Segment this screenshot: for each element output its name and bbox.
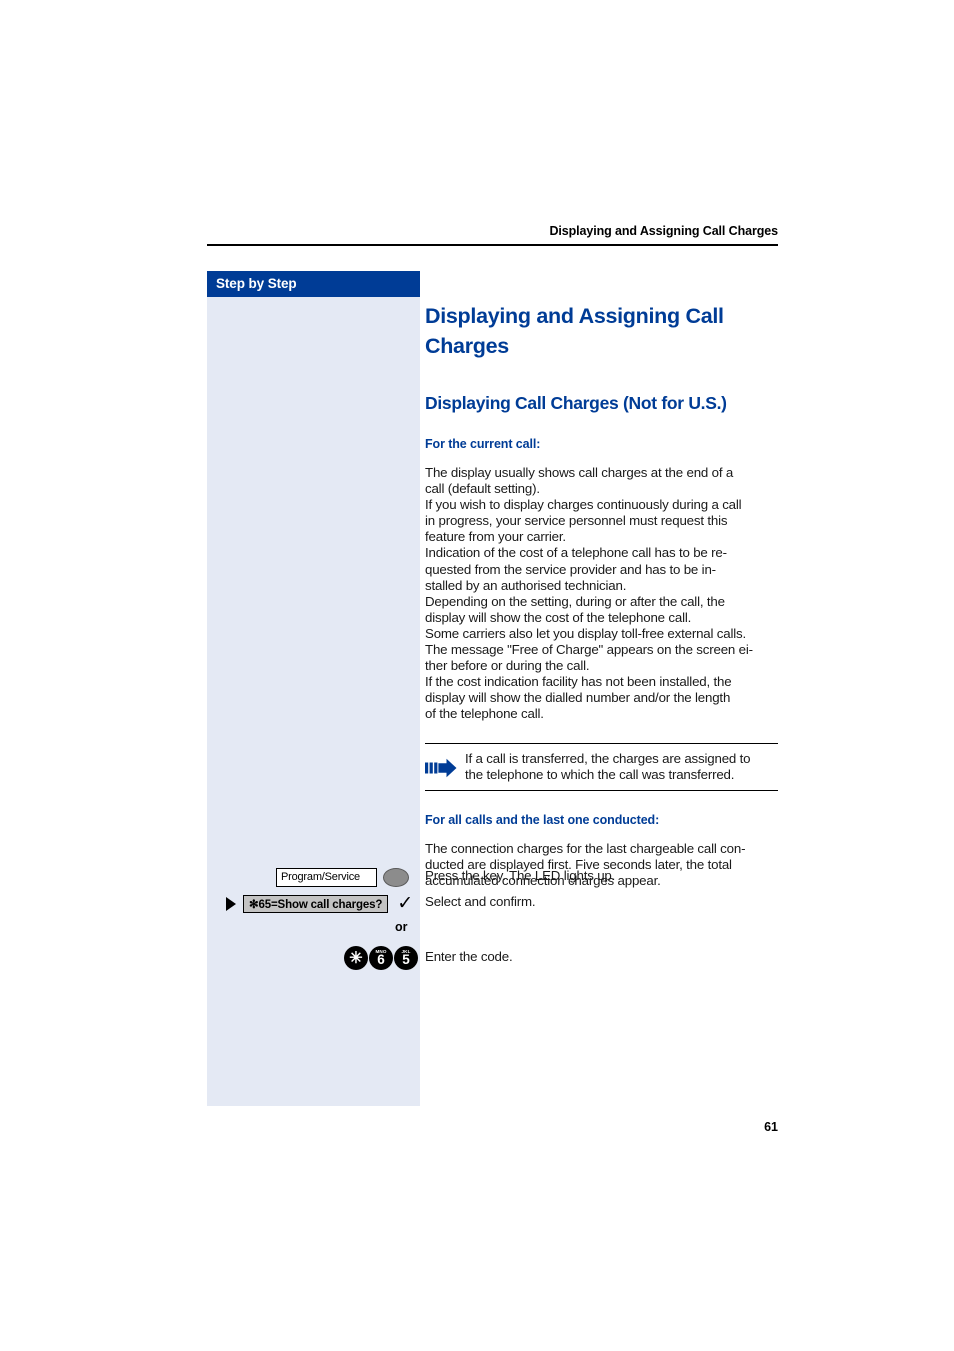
- sidebar-title-bar: Step by Step: [207, 271, 420, 297]
- note-block: If a call is transferred, the charges ar…: [425, 742, 778, 791]
- subsection-heading-all-calls: For all calls and the last one conducted…: [425, 812, 660, 827]
- text-line: in progress, your service personnel must…: [425, 513, 728, 529]
- text-line: feature from your carrier.: [425, 529, 566, 545]
- sidebar-title: Step by Step: [216, 276, 297, 291]
- text-line: ther before or during the call.: [425, 658, 590, 674]
- alternative-separator-or: or: [395, 920, 408, 934]
- section-subtitle: Displaying Call Charges (Not for U.S.): [425, 393, 727, 413]
- text-line: Depending on the setting, during or afte…: [425, 593, 725, 609]
- select-arrow-icon: [226, 897, 236, 911]
- text-line: If the cost indication facility has not …: [425, 674, 732, 690]
- keypad-key-star[interactable]: ✳: [344, 946, 368, 970]
- subsection-heading-current-call: For the current call:: [425, 437, 541, 451]
- text-line: The display usually shows call charges a…: [425, 465, 734, 480]
- keypad-code-row[interactable]: ✳ MNO 6 JKL 5: [344, 946, 419, 970]
- program-service-key-label: Program/Service: [276, 868, 377, 887]
- key-led-indicator-icon: [382, 868, 409, 887]
- keypad-key-star-digit: ✳: [349, 950, 363, 967]
- text-line: If you wish to display charges continuou…: [425, 497, 742, 513]
- text-line: of the telephone call.: [425, 706, 544, 722]
- keypad-key-6[interactable]: MNO 6: [369, 946, 393, 970]
- text-line: display will show the cost of the teleph…: [425, 609, 692, 625]
- document-page: Displaying and Assigning Call Charges St…: [0, 0, 954, 1351]
- confirm-checkmark-icon[interactable]: ✓: [397, 894, 413, 913]
- page-title: Displaying and Assigning Call Charges: [425, 304, 724, 358]
- display-option-label[interactable]: ✻65=Show call charges?: [243, 895, 389, 913]
- text-line: If a call is transferred, the charges ar…: [465, 750, 751, 766]
- text-line: stalled by an authorised technician.: [425, 577, 627, 593]
- text-line: call (default setting).: [425, 481, 540, 497]
- body-paragraph-current-call: The display usually shows call charges a…: [425, 465, 778, 723]
- header-rule: [207, 244, 778, 246]
- text-line: the telephone to which the call was tran…: [465, 766, 735, 782]
- display-option-row[interactable]: ✻65=Show call charges? ✓: [226, 894, 413, 913]
- text-line: display will show the dialled number and…: [425, 690, 731, 706]
- keypad-key-5-digit: 5: [402, 952, 410, 967]
- program-service-key[interactable]: Program/Service: [276, 868, 409, 887]
- step-by-step-sidebar: Step by Step: [207, 271, 420, 1106]
- text-line: Some carriers also let you display toll-…: [425, 625, 747, 641]
- keypad-key-5[interactable]: JKL 5: [394, 946, 418, 970]
- text-line: The connection charges for the last char…: [425, 840, 746, 856]
- note-text: If a call is transferred, the charges ar…: [465, 750, 751, 783]
- text-line: quested from the service provider and ha…: [425, 561, 716, 577]
- step-description-press-key: Press the key. The LED lights up.: [425, 868, 616, 883]
- text-line: Indication of the cost of a telephone ca…: [425, 545, 727, 561]
- arrow-note-icon: [425, 751, 465, 783]
- main-content: Displaying and Assigning Call Charges Di…: [425, 271, 778, 889]
- step-description-select-confirm: Select and confirm.: [425, 894, 536, 909]
- text-line: The message "Free of Charge" appears on …: [425, 642, 753, 658]
- page-number: 61: [764, 1120, 778, 1134]
- keypad-key-6-digit: 6: [377, 952, 385, 967]
- running-header: Displaying and Assigning Call Charges: [549, 224, 778, 238]
- step-description-enter-code: Enter the code.: [425, 949, 513, 964]
